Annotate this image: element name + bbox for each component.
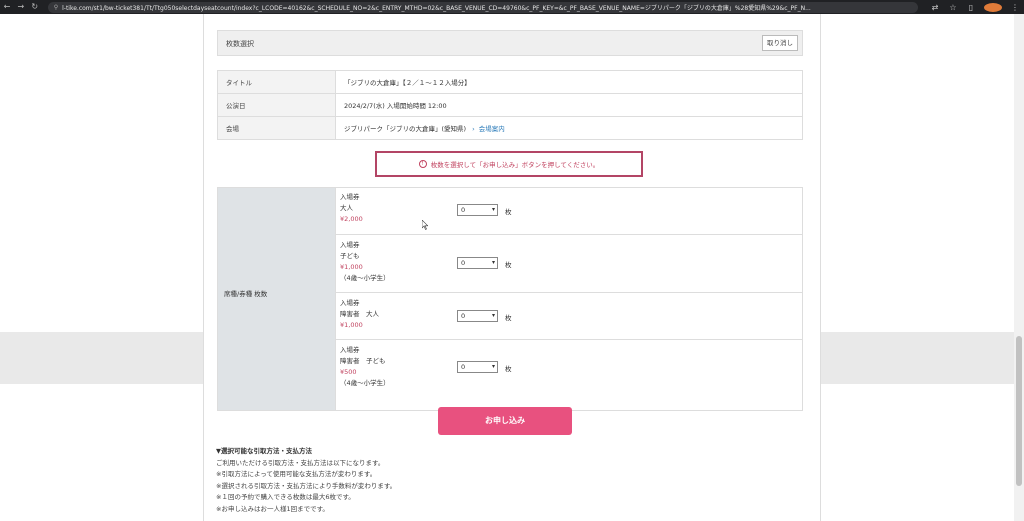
ticket-row-adult: 入場券 大人 ¥2,000 0 ▾ 枚 <box>336 188 802 235</box>
quantity-select-child[interactable]: 0 ▾ <box>457 257 498 269</box>
page-scrollbar[interactable] <box>1014 14 1024 521</box>
payment-line: ※１回の予約で購入できる枚数は最大6枚です。 <box>216 493 355 501</box>
ticket-price: ¥1,000 <box>340 321 363 329</box>
ticket-type: 障害者 子ども <box>340 357 386 365</box>
forward-icon[interactable]: → <box>14 0 28 14</box>
unit-label: 枚 <box>505 314 512 322</box>
sidebar-icon[interactable]: ▯ <box>962 3 980 12</box>
ticket-type: 障害者 大人 <box>340 310 379 318</box>
quantity-select-disabled-child[interactable]: 0 ▾ <box>457 361 498 373</box>
payment-line: ※選択される引取方法・支払方法により手数料が変わります。 <box>216 481 397 490</box>
apply-button[interactable]: お申し込み <box>438 407 572 435</box>
ticket-row-disabled-adult: 入場券 障害者 大人 ¥1,000 0 ▾ 枚 <box>336 293 802 340</box>
reload-icon[interactable]: ↻ <box>28 0 42 14</box>
venue-value: ジブリパーク「ジブリの大倉庫」(愛知県) <box>344 125 467 133</box>
chevron-down-icon: ▾ <box>491 312 495 319</box>
date-value: 2024/2/7(水) 入場開始時間 12:00 <box>335 93 803 117</box>
quantity-value: 0 <box>461 259 466 267</box>
venue-label: 会場 <box>217 116 336 140</box>
section-header: 枚数選択 取り消し <box>217 30 803 56</box>
chevron-down-icon: ▾ <box>491 363 495 370</box>
address-bar[interactable]: ⚲ l-tike.com/st1/bw-ticket381/Tt/Ttg050s… <box>47 1 918 13</box>
seat-type-header: 席種/券種 枚数 <box>218 188 336 410</box>
table-row: 会場 ジブリパーク「ジブリの大倉庫」(愛知県) › 会場案内 <box>217 116 803 140</box>
ticket-price: ¥500 <box>340 368 357 376</box>
venue-cell: ジブリパーク「ジブリの大倉庫」(愛知県) › 会場案内 <box>335 116 803 140</box>
ticket-kind: 入場券 <box>340 299 360 307</box>
mouse-cursor-icon <box>422 220 428 230</box>
ticket-price: ¥1,000 <box>340 263 363 271</box>
payment-line: ※お申し込みはお一人様1回までです。 <box>216 504 329 513</box>
quantity-value: 0 <box>461 206 466 214</box>
quantity-select-adult[interactable]: 0 ▾ <box>457 204 498 216</box>
instruction-notice: ! 枚数を選択して「お申し込み」ボタンを押してください。 <box>375 151 643 177</box>
menu-icon[interactable]: ⋮ <box>1006 3 1024 12</box>
date-label: 公演日 <box>217 93 336 117</box>
reset-button[interactable]: 取り消し <box>762 35 798 51</box>
payment-info: ▼選択可能な引取方法・支払方法 ご利用いただける引取方法・支払方法は以下になりま… <box>216 446 396 515</box>
ticket-type: 子ども <box>340 252 360 260</box>
chevron-right-icon: › <box>472 125 475 133</box>
title-label: タイトル <box>217 70 336 94</box>
site-info-icon[interactable]: ⚲ <box>54 4 58 11</box>
quantity-value: 0 <box>461 363 466 371</box>
ticket-row-child: 入場券 子ども ¥1,000 （4歳～小学生） 0 ▾ 枚 <box>336 235 802 293</box>
venue-guide-link[interactable]: 会場案内 <box>479 125 505 133</box>
ticket-selection-table: 席種/券種 枚数 入場券 大人 ¥2,000 0 ▾ 枚 入場券 子ども ¥1,0… <box>217 187 803 411</box>
ticket-price: ¥2,000 <box>340 215 363 223</box>
ticket-kind: 入場券 <box>340 346 360 354</box>
unit-label: 枚 <box>505 261 512 269</box>
title-value: 「ジブリの大倉庫」【２／１～１２入場分】 <box>335 70 803 94</box>
info-icon: ! <box>418 160 427 168</box>
table-row: タイトル 「ジブリの大倉庫」【２／１～１２入場分】 <box>217 70 803 94</box>
section-title: 枚数選択 <box>226 40 254 48</box>
payment-heading: ▼選択可能な引取方法・支払方法 <box>216 447 312 455</box>
chevron-down-icon: ▾ <box>491 259 495 266</box>
browser-toolbar: ← → ↻ ⚲ l-tike.com/st1/bw-ticket381/Tt/T… <box>0 0 1024 14</box>
scrollbar-thumb[interactable] <box>1016 336 1022 486</box>
bookmark-star-icon[interactable]: ☆ <box>944 3 962 12</box>
table-row: 公演日 2024/2/7(水) 入場開始時間 12:00 <box>217 93 803 117</box>
quantity-select-disabled-adult[interactable]: 0 ▾ <box>457 310 498 322</box>
notice-text: 枚数を選択して「お申し込み」ボタンを押してください。 <box>430 161 600 169</box>
quantity-value: 0 <box>461 312 466 320</box>
main-content: 枚数選択 取り消し タイトル 「ジブリの大倉庫」【２／１～１２入場分】 公演日 … <box>203 14 821 521</box>
age-note: （4歳～小学生） <box>340 274 390 282</box>
seat-type-label: 席種/券種 枚数 <box>224 290 268 298</box>
ticket-kind: 入場券 <box>340 193 360 201</box>
translate-icon[interactable]: ⇄ <box>926 3 944 12</box>
ticket-type: 大人 <box>340 204 353 212</box>
ticket-kind: 入場券 <box>340 241 360 249</box>
age-note: （4歳～小学生） <box>340 379 390 387</box>
unit-label: 枚 <box>505 365 512 373</box>
profile-avatar[interactable] <box>984 2 1002 12</box>
chevron-down-icon: ▾ <box>491 206 495 213</box>
url-text: l-tike.com/st1/bw-ticket381/Tt/Ttg050sel… <box>62 4 811 12</box>
back-icon[interactable]: ← <box>0 0 14 14</box>
unit-label: 枚 <box>505 208 512 216</box>
payment-line: ※引取方法によって使用可能な支払方法が変わります。 <box>216 470 377 478</box>
event-info-table: タイトル 「ジブリの大倉庫」【２／１～１２入場分】 公演日 2024/2/7(水… <box>217 70 803 140</box>
ticket-row-disabled-child: 入場券 障害者 子ども ¥500 （4歳～小学生） 0 ▾ 枚 <box>336 340 802 397</box>
payment-line: ご利用いただける引取方法・支払方法は以下になります。 <box>216 458 385 467</box>
